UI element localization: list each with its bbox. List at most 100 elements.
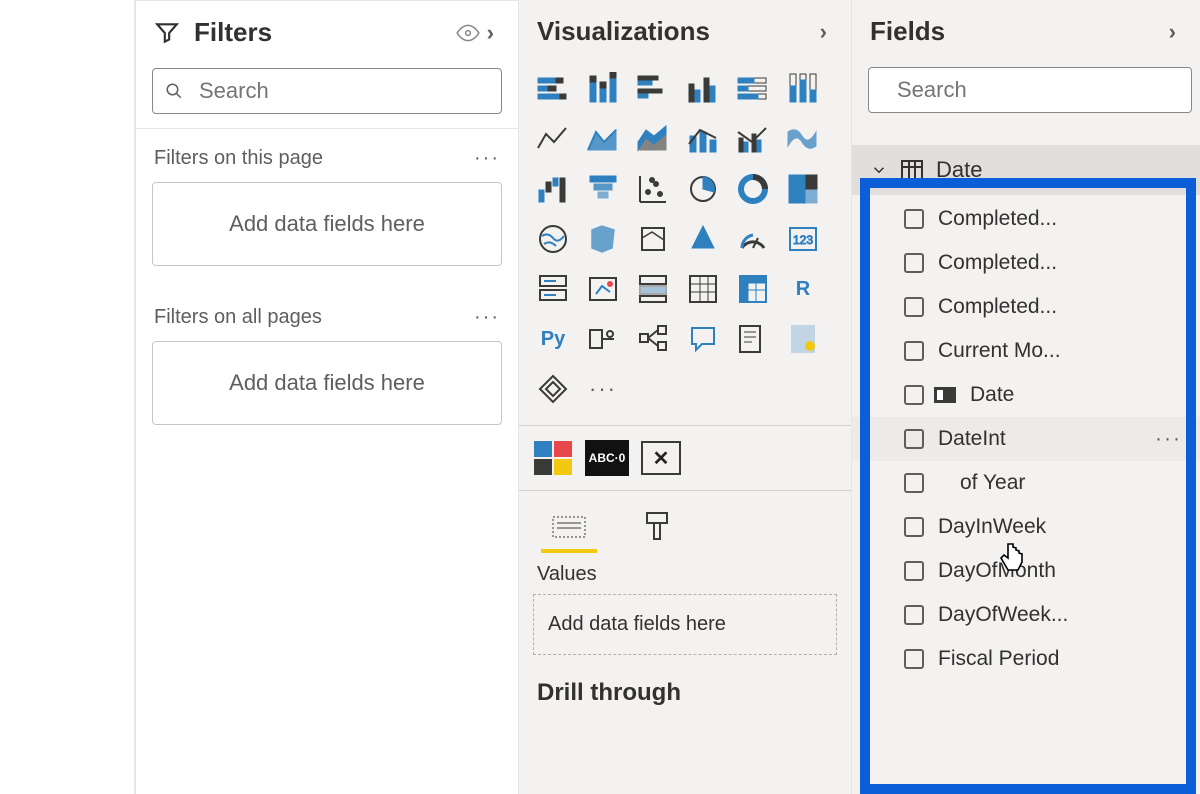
filters-header: Filters › bbox=[136, 1, 518, 64]
filled-map-icon[interactable] bbox=[581, 217, 625, 261]
more-visuals-icon[interactable]: ··· bbox=[581, 367, 625, 411]
field-row[interactable]: Date bbox=[852, 373, 1200, 417]
python-visual-icon[interactable]: Py bbox=[531, 317, 575, 361]
filters-search-input[interactable] bbox=[197, 77, 489, 105]
powerapps-icon[interactable] bbox=[531, 367, 575, 411]
collapse-filters-icon[interactable]: › bbox=[481, 20, 500, 46]
field-label: Completed... bbox=[938, 251, 1057, 275]
viz-options-row: ABC·0 ✕ bbox=[519, 432, 851, 484]
area-chart-icon[interactable] bbox=[581, 117, 625, 161]
field-row[interactable]: Completed... bbox=[852, 197, 1200, 241]
field-checkbox[interactable] bbox=[904, 517, 924, 537]
hundred-stacked-column-icon[interactable] bbox=[781, 67, 825, 111]
field-checkbox[interactable] bbox=[904, 341, 924, 361]
chevron-down-icon bbox=[870, 161, 888, 179]
qa-visual-icon[interactable] bbox=[681, 317, 725, 361]
field-checkbox[interactable] bbox=[904, 209, 924, 229]
donut-icon[interactable] bbox=[731, 167, 775, 211]
field-checkbox[interactable] bbox=[904, 605, 924, 625]
field-label: of Year bbox=[960, 471, 1025, 495]
format-tab[interactable] bbox=[641, 511, 673, 553]
multi-row-card-icon[interactable] bbox=[531, 267, 575, 311]
field-label: Completed... bbox=[938, 295, 1057, 319]
field-row[interactable]: DayOfWeek... bbox=[852, 593, 1200, 637]
treemap-icon[interactable] bbox=[781, 167, 825, 211]
collapse-fields-icon[interactable]: › bbox=[1163, 19, 1182, 45]
table-date-header[interactable]: Date bbox=[852, 145, 1200, 195]
field-row[interactable]: DayOfMonth bbox=[852, 549, 1200, 593]
eye-icon[interactable] bbox=[455, 20, 481, 46]
fields-tab-icon bbox=[549, 511, 589, 543]
fields-search-input[interactable] bbox=[895, 76, 1187, 104]
more-icon[interactable]: ··· bbox=[474, 147, 500, 170]
field-row[interactable]: Completed... bbox=[852, 285, 1200, 329]
paginated-report-icon[interactable] bbox=[781, 317, 825, 361]
pie-icon[interactable] bbox=[681, 167, 725, 211]
analytics-icon[interactable]: ABC·0 bbox=[585, 440, 629, 476]
field-checkbox[interactable] bbox=[904, 561, 924, 581]
gauge-icon[interactable] bbox=[731, 217, 775, 261]
field-checkbox[interactable] bbox=[904, 473, 924, 493]
clear-icon[interactable]: ✕ bbox=[641, 441, 681, 475]
ribbon-chart-icon[interactable] bbox=[781, 117, 825, 161]
card-icon[interactable]: 123 bbox=[781, 217, 825, 261]
collapse-viz-icon[interactable]: › bbox=[814, 19, 833, 45]
visualizations-pane: Visualizations › 123 bbox=[518, 0, 851, 794]
field-row[interactable]: DayInWeek bbox=[852, 505, 1200, 549]
filters-page-dropzone[interactable]: Add data fields here bbox=[152, 182, 502, 266]
waterfall-icon[interactable] bbox=[531, 167, 575, 211]
field-label: Date bbox=[970, 383, 1014, 407]
table-icon[interactable] bbox=[681, 267, 725, 311]
stacked-bar-icon[interactable] bbox=[531, 67, 575, 111]
stacked-area-icon[interactable] bbox=[631, 117, 675, 161]
funnel-icon[interactable] bbox=[581, 167, 625, 211]
line-clustered-column-icon[interactable] bbox=[731, 117, 775, 161]
map-icon[interactable] bbox=[531, 217, 575, 261]
field-row[interactable]: Completed... bbox=[852, 241, 1200, 285]
azure-map-icon[interactable] bbox=[681, 217, 725, 261]
viz-header: Visualizations › bbox=[519, 0, 851, 63]
line-stacked-column-icon[interactable] bbox=[681, 117, 725, 161]
r-visual-icon[interactable]: R bbox=[781, 267, 825, 311]
slicer-icon[interactable] bbox=[631, 267, 675, 311]
clustered-bar-icon[interactable] bbox=[631, 67, 675, 111]
hierarchy-icon bbox=[934, 387, 956, 403]
field-label: DayOfWeek... bbox=[938, 603, 1068, 627]
shape-map-icon[interactable] bbox=[631, 217, 675, 261]
field-checkbox[interactable] bbox=[904, 649, 924, 669]
hundred-stacked-bar-icon[interactable] bbox=[731, 67, 775, 111]
viz-gallery: 123 R Py ··· bbox=[519, 63, 851, 419]
viz-title: Visualizations bbox=[537, 16, 710, 47]
color-theme-icon[interactable] bbox=[533, 440, 573, 476]
field-label: DateInt bbox=[938, 427, 1006, 451]
field-row[interactable]: of Year bbox=[852, 461, 1200, 505]
decomposition-tree-icon[interactable] bbox=[631, 317, 675, 361]
clustered-column-icon[interactable] bbox=[681, 67, 725, 111]
format-tab-icon bbox=[641, 511, 673, 543]
field-row[interactable]: DateInt ··· bbox=[852, 417, 1200, 461]
filter-icon bbox=[154, 20, 180, 46]
stacked-column-icon[interactable] bbox=[581, 67, 625, 111]
kpi-icon[interactable] bbox=[581, 267, 625, 311]
field-row[interactable]: Fiscal Period bbox=[852, 637, 1200, 681]
field-checkbox[interactable] bbox=[904, 297, 924, 317]
fields-search[interactable] bbox=[868, 67, 1192, 113]
more-icon[interactable]: ··· bbox=[474, 306, 500, 329]
fields-tab[interactable] bbox=[541, 511, 597, 553]
field-checkbox[interactable] bbox=[904, 253, 924, 273]
filters-all-dropzone[interactable]: Add data fields here bbox=[152, 341, 502, 425]
field-checkbox[interactable] bbox=[904, 429, 924, 449]
matrix-icon[interactable] bbox=[731, 267, 775, 311]
field-row[interactable]: Current Mo... bbox=[852, 329, 1200, 373]
fields-header: Fields › bbox=[852, 0, 1200, 63]
scatter-icon[interactable] bbox=[631, 167, 675, 211]
search-icon bbox=[165, 80, 183, 102]
field-checkbox[interactable] bbox=[904, 385, 924, 405]
field-more-icon[interactable]: ··· bbox=[1155, 427, 1182, 451]
values-dropzone[interactable]: Add data fields here bbox=[533, 594, 837, 655]
filters-search[interactable] bbox=[152, 68, 502, 114]
values-label: Values bbox=[519, 553, 851, 594]
key-influencers-icon[interactable] bbox=[581, 317, 625, 361]
line-chart-icon[interactable] bbox=[531, 117, 575, 161]
narrative-icon[interactable] bbox=[731, 317, 775, 361]
